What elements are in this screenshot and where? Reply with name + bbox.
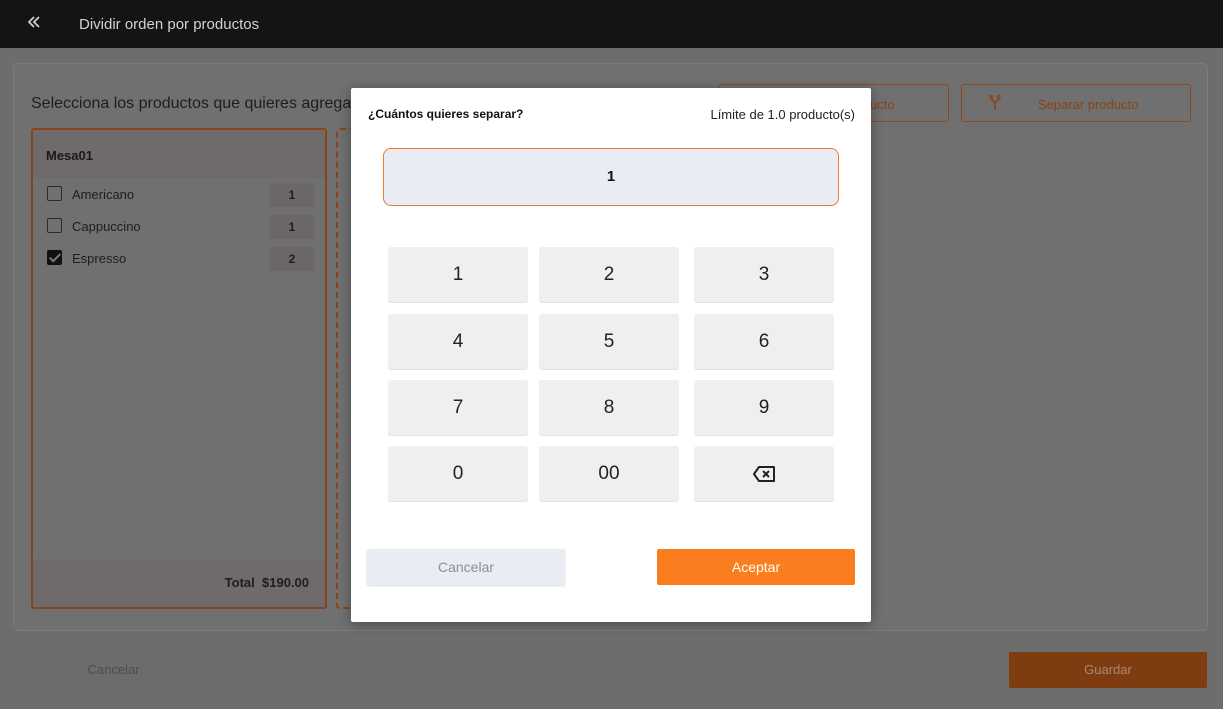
item-label: Cappuccino [72, 219, 141, 234]
dialog-title: ¿Cuántos quieres separar? [368, 107, 524, 121]
order-item[interactable]: Cappuccino 1 [47, 215, 315, 239]
key-6[interactable]: 6 [694, 314, 834, 369]
split-product-label: Separar producto [1038, 97, 1139, 112]
order-item[interactable]: Americano 1 [47, 183, 315, 207]
order-card: Mesa01 Americano 1 Cappuccino 1 Espresso… [31, 128, 327, 609]
order-card-footer: Total $190.00 [33, 559, 325, 607]
top-bar: Dividir orden por productos [0, 0, 1223, 48]
split-quantity-dialog: ¿Cuántos quieres separar? Límite de 1.0 … [351, 88, 871, 622]
order-total: Total $190.00 [225, 575, 309, 590]
key-2[interactable]: 2 [539, 247, 679, 302]
item-qty: 1 [270, 215, 314, 239]
double-chevron-left-icon[interactable] [25, 13, 43, 31]
instruction-text: Selecciona los productos que quieres agr… [31, 95, 357, 112]
item-qty: 1 [270, 183, 314, 207]
split-icon [989, 95, 1001, 110]
cancel-button[interactable]: Cancelar [15, 652, 212, 688]
item-qty: 2 [270, 247, 314, 271]
dialog-cancel-button[interactable]: Cancelar [367, 549, 565, 585]
quantity-display[interactable]: 1 [383, 148, 839, 206]
key-1[interactable]: 1 [388, 247, 528, 302]
order-card-header: Mesa01 [33, 130, 325, 178]
backspace-key[interactable] [694, 446, 834, 501]
key-5[interactable]: 5 [539, 314, 679, 369]
backspace-icon [753, 465, 775, 482]
key-9[interactable]: 9 [694, 380, 834, 435]
save-button[interactable]: Guardar [1009, 652, 1207, 688]
move-product-label: ucto [870, 97, 895, 112]
order-title: Mesa01 [46, 148, 93, 163]
item-label: Americano [72, 187, 135, 202]
split-product-button[interactable]: Separar producto [961, 84, 1191, 122]
total-value: $190.00 [262, 575, 309, 590]
item-checkbox[interactable] [47, 218, 62, 233]
dialog-accept-button[interactable]: Aceptar [657, 549, 855, 585]
key-0[interactable]: 0 [388, 446, 528, 501]
key-3[interactable]: 3 [694, 247, 834, 302]
key-7[interactable]: 7 [388, 380, 528, 435]
total-label: Total [224, 575, 255, 590]
item-label: Espresso [72, 251, 127, 266]
page-title: Dividir orden por productos [79, 16, 260, 33]
item-checkbox[interactable] [47, 186, 62, 201]
key-00[interactable]: 00 [539, 446, 679, 501]
order-item[interactable]: Espresso 2 [47, 247, 315, 271]
dialog-limit: Límite de 1.0 producto(s) [710, 107, 855, 122]
key-8[interactable]: 8 [539, 380, 679, 435]
key-4[interactable]: 4 [388, 314, 528, 369]
item-checkbox-checked[interactable] [47, 250, 62, 265]
